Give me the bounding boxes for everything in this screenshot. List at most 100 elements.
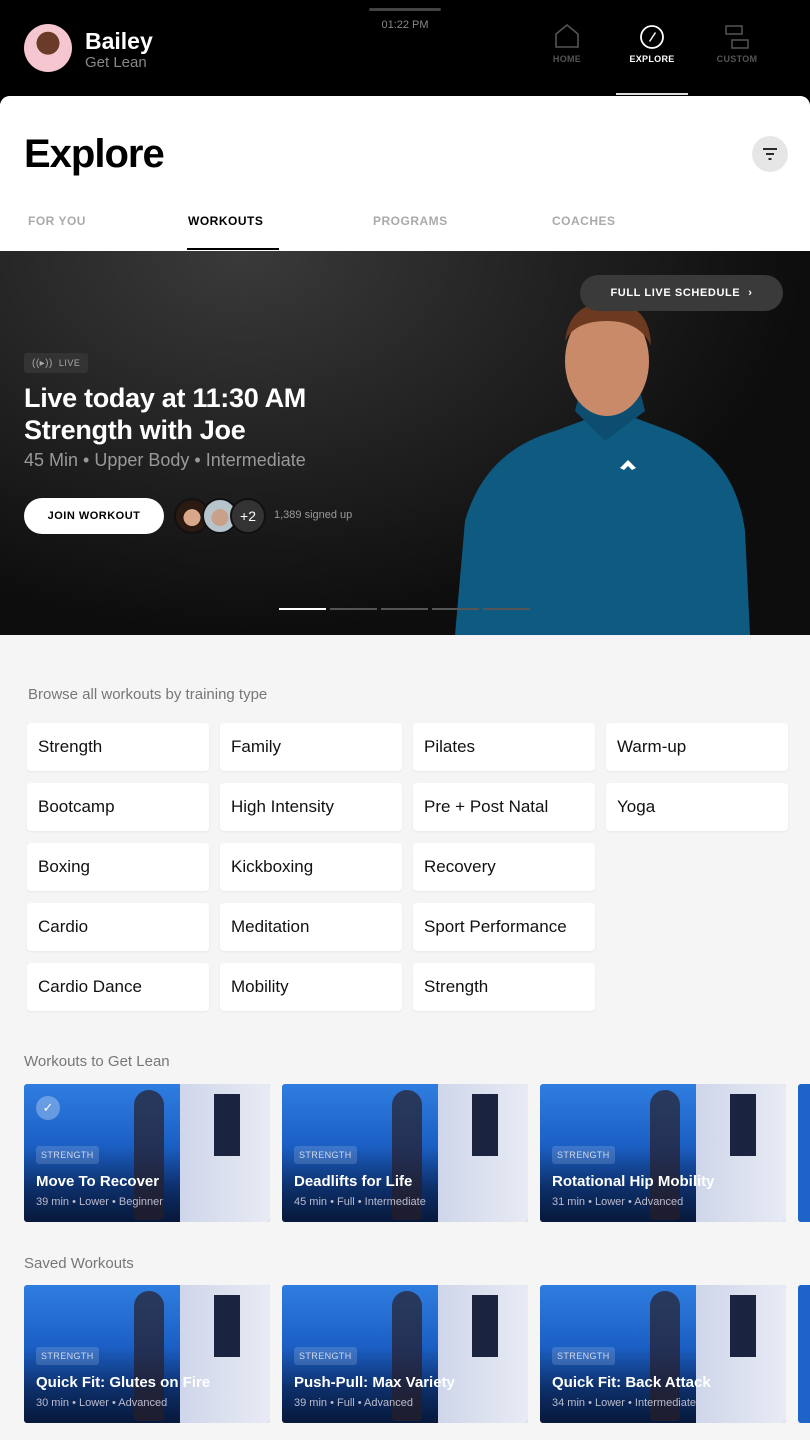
training-type-chip[interactable]: Cardio: [27, 903, 209, 951]
next-card-peek[interactable]: [798, 1084, 810, 1222]
training-type-chip[interactable]: Bootcamp: [27, 783, 209, 831]
tonal-device: [472, 1295, 498, 1357]
filter-button[interactable]: [752, 136, 788, 172]
tonal-device: [730, 1094, 756, 1156]
saved-heading: Saved Workouts: [24, 1255, 134, 1272]
training-type-chip[interactable]: Kickboxing: [220, 843, 402, 891]
workout-tag: STRENGTH: [36, 1146, 99, 1164]
saved-carousel: STRENGTH Quick Fit: Glutes on Fire 30 mi…: [24, 1285, 810, 1423]
workout-meta: 39 min • Full • Advanced: [294, 1397, 413, 1409]
coach-image: [455, 302, 750, 635]
training-type-chip[interactable]: Yoga: [606, 783, 788, 831]
full-live-schedule-button[interactable]: FULL LIVE SCHEDULE ›: [580, 275, 783, 311]
tonal-device: [472, 1094, 498, 1156]
workout-tag: STRENGTH: [552, 1146, 615, 1164]
carousel-dot[interactable]: [432, 608, 479, 610]
schedule-label: FULL LIVE SCHEDULE: [610, 287, 741, 299]
hero-title: Live today at 11:30 AM Strength with Joe: [24, 382, 306, 446]
filter-icon: [763, 148, 777, 160]
tab-for-you[interactable]: FOR YOU: [28, 214, 86, 228]
workout-tag: STRENGTH: [36, 1347, 99, 1365]
hero-meta: 45 Min • Upper Body • Intermediate: [24, 450, 306, 470]
live-badge: ((▸)) LIVE: [24, 353, 89, 373]
nav-custom[interactable]: CUSTOM: [701, 24, 773, 64]
custom-layout-icon: [701, 24, 773, 54]
broadcast-icon: ((▸)): [32, 357, 53, 369]
tab-active-indicator: [187, 248, 279, 250]
workout-title: Rotational Hip Mobility: [552, 1173, 715, 1190]
workout-title: Push-Pull: Max Variety: [294, 1374, 455, 1391]
compass-icon: [616, 24, 688, 54]
browse-heading: Browse all workouts by training type: [28, 686, 268, 703]
page-title: Explore: [24, 132, 165, 176]
training-type-chip[interactable]: Boxing: [27, 843, 209, 891]
workout-meta: 34 min • Lower • Intermediate: [552, 1397, 697, 1409]
training-type-chip[interactable]: Recovery: [413, 843, 595, 891]
workout-title: Quick Fit: Back Attack: [552, 1374, 711, 1391]
training-type-chip[interactable]: Sport Performance: [413, 903, 595, 951]
training-type-chip[interactable]: Meditation: [220, 903, 402, 951]
training-type-chip[interactable]: Pre + Post Natal: [413, 783, 595, 831]
carousel-dot[interactable]: [330, 608, 377, 610]
user-plan: Get Lean: [85, 54, 147, 71]
workout-meta: 30 min • Lower • Advanced: [36, 1397, 168, 1409]
clock: 01:22 PM: [381, 19, 429, 31]
explore-header: Explore FOR YOU WORKOUTS PROGRAMS COACHE…: [0, 96, 810, 251]
hero-time: Live today at 11:30 AM: [24, 383, 307, 413]
nav-label: EXPLORE: [629, 54, 675, 64]
tab-programs[interactable]: PROGRAMS: [373, 214, 448, 228]
training-type-chip[interactable]: High Intensity: [220, 783, 402, 831]
carousel-indicator: [279, 608, 530, 610]
tonal-device: [214, 1295, 240, 1357]
workout-meta: 39 min • Lower • Beginner: [36, 1196, 163, 1208]
tab-workouts[interactable]: WORKOUTS: [188, 214, 263, 228]
get-lean-heading: Workouts to Get Lean: [24, 1053, 170, 1070]
hero-class: Strength with Joe: [24, 415, 246, 445]
tonal-device: [214, 1094, 240, 1156]
training-type-chip[interactable]: Cardio Dance: [27, 963, 209, 1011]
training-type-grid: Strength Bootcamp Boxing Cardio Cardio Dance…: [27, 723, 788, 1011]
live-label: LIVE: [58, 358, 81, 368]
workout-tag: STRENGTH: [552, 1347, 615, 1365]
workout-card[interactable]: STRENGTH Quick Fit: Back Attack 34 min •…: [540, 1285, 786, 1423]
tab-coaches[interactable]: COACHES: [552, 214, 616, 228]
nav-label: CUSTOM: [716, 54, 758, 64]
drag-handle[interactable]: [369, 8, 441, 11]
carousel-dot[interactable]: [381, 608, 428, 610]
next-card-peek[interactable]: [798, 1285, 810, 1423]
workout-meta: 45 min • Full • Intermediate: [294, 1196, 426, 1208]
workout-card[interactable]: ✓ STRENGTH Move To Recover 39 min • Lower…: [24, 1084, 270, 1222]
workout-title: Move To Recover: [36, 1173, 160, 1190]
training-type-chip[interactable]: Strength: [27, 723, 209, 771]
workout-card[interactable]: STRENGTH Rotational Hip Mobility 31 min …: [540, 1084, 786, 1222]
chevron-right-icon: ›: [748, 287, 753, 299]
training-type-chip[interactable]: Pilates: [413, 723, 595, 771]
workout-tag: STRENGTH: [294, 1146, 357, 1164]
signed-up-count: 1,389 signed up: [274, 509, 353, 521]
workout-card[interactable]: STRENGTH Push-Pull: Max Variety 39 min •…: [282, 1285, 528, 1423]
training-type-chip[interactable]: Family: [220, 723, 402, 771]
workout-card[interactable]: STRENGTH Quick Fit: Glutes on Fire 30 mi…: [24, 1285, 270, 1423]
workout-tag: STRENGTH: [294, 1347, 357, 1365]
nav-label: HOME: [552, 54, 582, 64]
workout-meta: 31 min • Lower • Advanced: [552, 1196, 684, 1208]
nav-home[interactable]: HOME: [531, 24, 603, 64]
live-hero-banner[interactable]: FULL LIVE SCHEDULE › ((▸)) LIVE Live today…: [0, 251, 810, 635]
carousel-dot[interactable]: [279, 608, 326, 610]
training-type-chip[interactable]: Warm-up: [606, 723, 788, 771]
avatar[interactable]: [24, 24, 72, 72]
nav-active-indicator: [616, 93, 688, 95]
nav-explore[interactable]: EXPLORE: [616, 24, 688, 64]
workout-title: Quick Fit: Glutes on Fire: [36, 1374, 211, 1391]
workout-card[interactable]: STRENGTH Deadlifts for Life 45 min • Ful…: [282, 1084, 528, 1222]
get-lean-carousel: ✓ STRENGTH Move To Recover 39 min • Lower…: [24, 1084, 810, 1222]
training-type-chip[interactable]: Mobility: [220, 963, 402, 1011]
join-workout-button[interactable]: JOIN WORKOUT: [24, 498, 164, 534]
home-icon: [531, 24, 603, 54]
tonal-device: [730, 1295, 756, 1357]
user-name: Bailey: [85, 28, 153, 54]
more-attendees-count: +2: [230, 498, 266, 534]
training-type-chip[interactable]: Strength: [413, 963, 595, 1011]
explore-sheet: Explore FOR YOU WORKOUTS PROGRAMS COACHE…: [0, 96, 810, 1440]
carousel-dot[interactable]: [483, 608, 530, 610]
